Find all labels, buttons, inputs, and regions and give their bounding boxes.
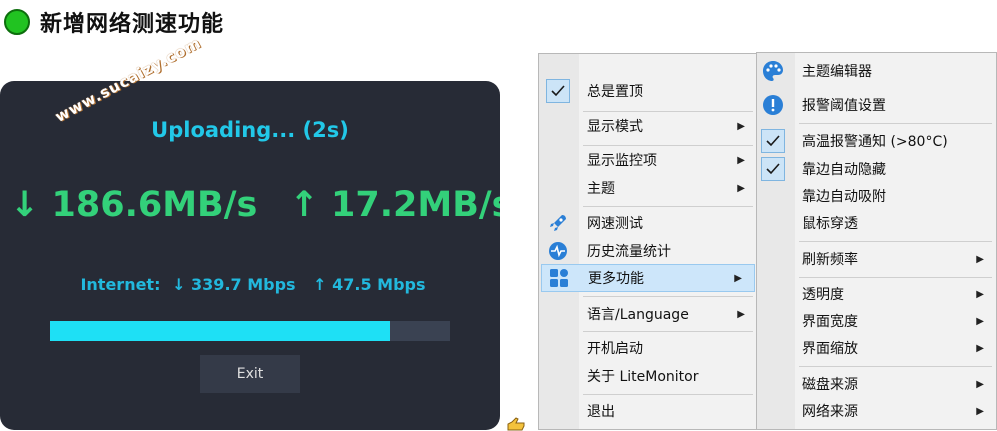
rocket-icon: [546, 211, 570, 235]
menu-item-theme[interactable]: 主题 ▶: [539, 175, 757, 201]
checkmark-icon: [761, 129, 785, 153]
submenu-arrow-icon: ▶: [976, 288, 984, 300]
section-heading: 新增网络测速功能: [4, 6, 224, 38]
menu-separator: [799, 241, 992, 242]
checkmark-icon: [546, 79, 570, 103]
apps-icon: [547, 266, 571, 290]
menu-item-more-features[interactable]: 更多功能 ▶: [541, 264, 755, 292]
pulse-icon: [546, 239, 570, 263]
pointer-hand-icon: [507, 417, 525, 431]
menu-item-high-temp-alert[interactable]: 高温报警通知 (>80°C): [757, 128, 996, 154]
palette-icon: [761, 59, 785, 83]
menu-separator: [799, 277, 992, 278]
menu-item-monitor-items[interactable]: 显示监控项 ▶: [539, 147, 757, 173]
submenu-arrow-icon: ▶: [976, 378, 984, 390]
menu-item-scale[interactable]: 界面缩放 ▶: [757, 335, 996, 361]
exit-button[interactable]: Exit: [200, 355, 300, 393]
menu-separator: [583, 331, 753, 332]
menu-separator: [799, 366, 992, 367]
menu-item-about[interactable]: 关于 LiteMonitor: [539, 363, 757, 389]
speed-test-panel: Uploading... (2s) ↓ 186.6MB/s ↑ 17.2MB/s…: [0, 81, 500, 430]
menu-item-speed-test[interactable]: 网速测试: [539, 210, 757, 236]
submenu-arrow-icon: ▶: [737, 308, 745, 320]
menu-item-disk-source[interactable]: 磁盘来源 ▶: [757, 371, 996, 397]
menu-item-auto-start[interactable]: 开机启动: [539, 335, 757, 361]
heading-title: 新增网络测速功能: [40, 12, 225, 37]
menu-item-display-mode[interactable]: 显示模式 ▶: [539, 113, 757, 139]
menu-separator: [583, 206, 753, 207]
menu-item-network-source[interactable]: 网络来源 ▶: [757, 398, 996, 424]
upload-speed: ↑ 17.2MB/s: [289, 185, 500, 225]
menu-separator: [583, 394, 753, 395]
submenu-arrow-icon: ▶: [976, 342, 984, 354]
speed-readout: ↓ 186.6MB/s ↑ 17.2MB/s: [0, 185, 500, 225]
menu-separator: [583, 145, 753, 146]
download-speed: ↓ 186.6MB/s: [10, 185, 258, 225]
menu-separator: [799, 123, 992, 124]
menu-separator: [583, 296, 753, 297]
green-dot-icon: [4, 9, 30, 35]
menu-item-refresh-rate[interactable]: 刷新频率 ▶: [757, 246, 996, 272]
menu-item-language[interactable]: 语言/Language ▶: [539, 301, 757, 327]
submenu-arrow-icon: ▶: [734, 272, 742, 284]
menu-item-auto-snap[interactable]: 靠边自动吸附: [757, 183, 996, 209]
menu-item-traffic-history[interactable]: 历史流量统计: [539, 238, 757, 264]
menu-separator: [583, 111, 753, 112]
alert-icon: [761, 93, 785, 117]
submenu-arrow-icon: ▶: [976, 405, 984, 417]
internet-down: ↓ 339.7 Mbps: [172, 275, 296, 294]
checkmark-icon: [761, 157, 785, 181]
context-menu: 总是置顶 显示模式 ▶ 显示监控项 ▶ 主题 ▶ 网速测试 历史流量统计 更多功…: [538, 53, 758, 430]
menu-item-click-through[interactable]: 鼠标穿透: [757, 210, 996, 236]
menu-item-opacity[interactable]: 透明度 ▶: [757, 281, 996, 307]
menu-item-width[interactable]: 界面宽度 ▶: [757, 308, 996, 334]
menu-item-theme-editor[interactable]: 主题编辑器: [757, 58, 996, 84]
menu-item-exit[interactable]: 退出: [539, 398, 757, 424]
submenu-arrow-icon: ▶: [737, 154, 745, 166]
internet-up: ↑ 47.5 Mbps: [313, 275, 426, 294]
menu-item-alert-threshold[interactable]: 报警阈值设置: [757, 92, 996, 118]
menu-item-auto-hide[interactable]: 靠边自动隐藏: [757, 156, 996, 182]
internet-speed: Internet: ↓ 339.7 Mbps ↑ 47.5 Mbps: [0, 275, 500, 294]
submenu-arrow-icon: ▶: [737, 182, 745, 194]
submenu-arrow-icon: ▶: [976, 315, 984, 327]
menu-item-always-on-top[interactable]: 总是置顶: [539, 78, 757, 104]
internet-label: Internet:: [80, 275, 161, 294]
submenu-arrow-icon: ▶: [976, 253, 984, 265]
more-features-submenu: 主题编辑器 报警阈值设置 高温报警通知 (>80°C) 靠边自动隐藏 靠边自动吸…: [756, 52, 997, 430]
progress-fill: [50, 321, 390, 341]
submenu-arrow-icon: ▶: [737, 120, 745, 132]
upload-status: Uploading... (2s): [151, 118, 349, 142]
progress-bar: [50, 321, 450, 341]
